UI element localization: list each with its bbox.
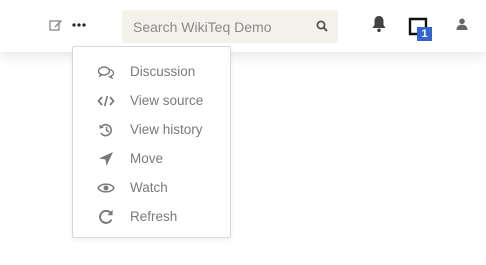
notification-count-badge: 1 — [417, 27, 432, 41]
more-actions-menu: Discussion View source View history Move… — [72, 46, 231, 238]
top-bar: 1 — [0, 0, 486, 52]
menu-item-label: Move — [130, 151, 164, 166]
search-input[interactable] — [122, 10, 308, 43]
menu-item-refresh[interactable]: Refresh — [73, 202, 230, 231]
user-icon[interactable] — [455, 17, 469, 31]
menu-item-discussion[interactable]: Discussion — [73, 57, 230, 86]
search-box — [122, 10, 338, 43]
edit-icon[interactable] — [48, 17, 64, 33]
menu-item-label: Discussion — [130, 64, 196, 79]
menu-item-view-history[interactable]: View history — [73, 115, 230, 144]
menu-item-watch[interactable]: Watch — [73, 173, 230, 202]
eye-icon — [97, 180, 115, 196]
menu-item-label: View source — [130, 93, 204, 108]
move-icon — [97, 151, 115, 167]
menu-item-label: Refresh — [130, 209, 178, 224]
menu-item-view-source[interactable]: View source — [73, 86, 230, 115]
menu-item-label: Watch — [130, 180, 168, 195]
more-options-icon[interactable] — [71, 17, 87, 33]
discussion-icon — [97, 64, 115, 80]
refresh-icon — [97, 209, 115, 225]
menu-item-move[interactable]: Move — [73, 144, 230, 173]
history-icon — [97, 122, 115, 138]
menu-item-label: View history — [130, 122, 203, 137]
code-icon — [97, 93, 115, 109]
bell-icon[interactable] — [370, 14, 388, 34]
search-icon[interactable] — [315, 19, 329, 33]
